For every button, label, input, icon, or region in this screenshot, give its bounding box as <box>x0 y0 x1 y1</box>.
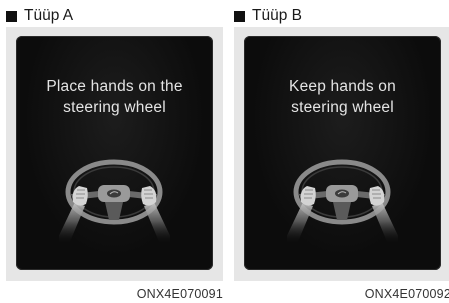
warning-message-line-1: Place hands on the <box>46 78 183 95</box>
manual-page: Tüüp A Place hands on the steering wheel <box>0 0 449 303</box>
figure-title: Tüüp A <box>6 6 73 26</box>
figure-frame: Keep hands on steering wheel <box>234 27 449 281</box>
figure-title-text: Tüüp A <box>24 7 74 24</box>
figure-code: ONX4E070091 <box>136 287 223 301</box>
figure-code: ONX4E070092 <box>364 287 449 301</box>
warning-message: Place hands on the steering wheel <box>16 76 213 118</box>
figure-title-text: Tüüp B <box>252 7 302 24</box>
square-bullet-icon <box>6 10 17 22</box>
warning-message-line-2: steering wheel <box>291 99 394 116</box>
figure-frame: Place hands on the steering wheel <box>6 27 223 281</box>
warning-message-line-2: steering wheel <box>63 99 166 116</box>
figure-type-a: Tüüp A Place hands on the steering wheel <box>6 0 223 303</box>
figure-type-b: Tüüp B Keep hands on steering wheel ONX4… <box>234 0 449 303</box>
steering-wheel-with-hands-icon <box>59 159 170 244</box>
cluster-display: Place hands on the steering wheel <box>16 36 213 270</box>
figure-title: Tüüp B <box>234 6 302 26</box>
warning-message: Keep hands on steering wheel <box>244 76 441 118</box>
cluster-display: Keep hands on steering wheel <box>244 36 441 270</box>
square-bullet-icon <box>234 10 245 22</box>
steering-wheel-with-hands-icon <box>287 159 398 244</box>
warning-message-line-1: Keep hands on <box>289 78 396 95</box>
